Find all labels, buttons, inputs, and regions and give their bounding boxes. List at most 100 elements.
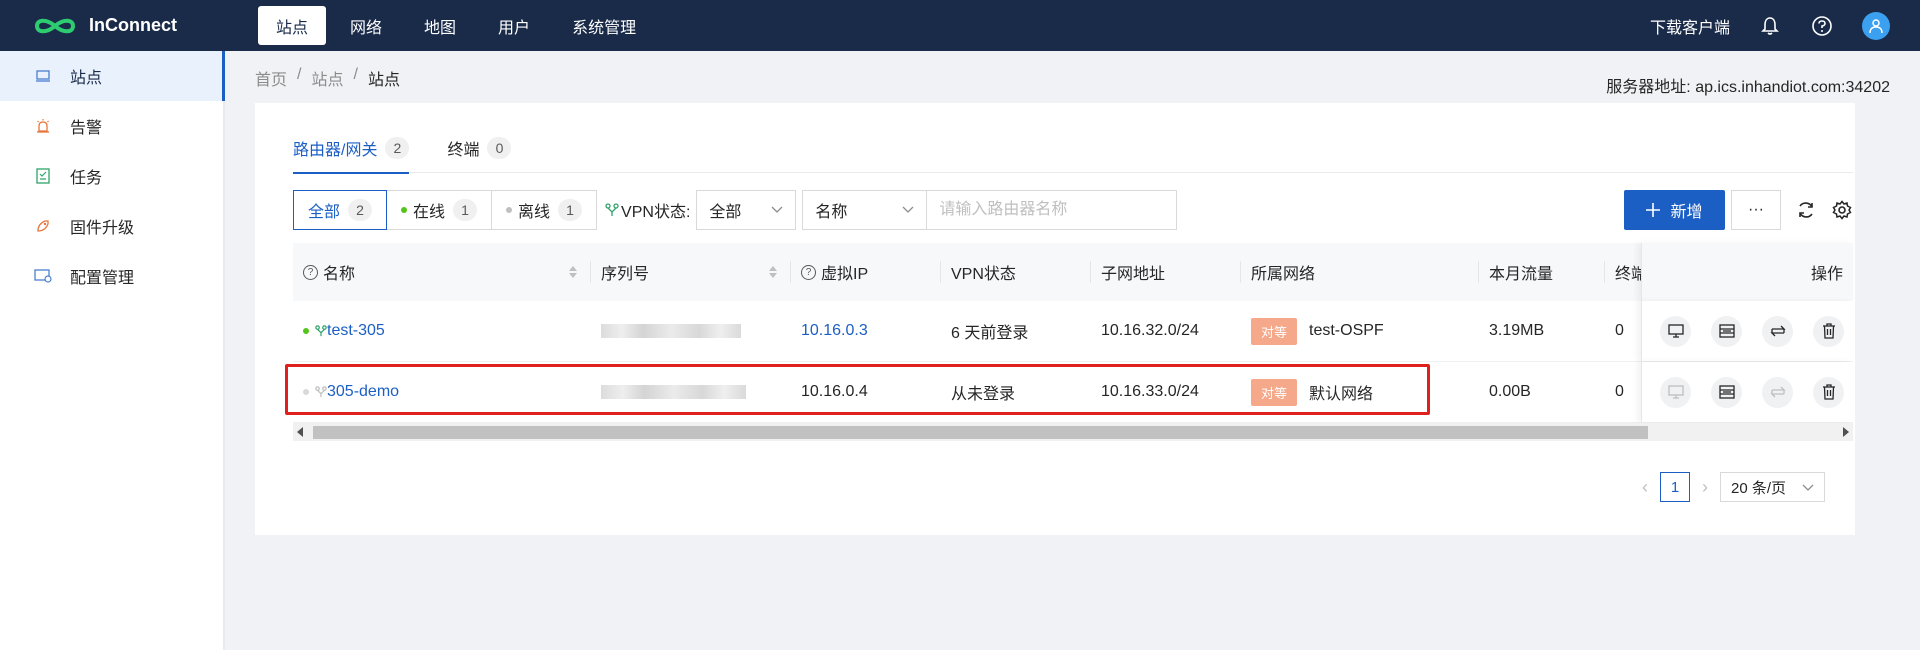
- sidebar-item-label: 固件升级: [70, 220, 135, 237]
- sidebar-item-label: 站点: [70, 70, 103, 87]
- scroll-left-icon[interactable]: [297, 427, 303, 437]
- header-serial[interactable]: 序列号: [591, 243, 791, 301]
- cell-subnet: 10.16.33.0/24: [1101, 383, 1199, 400]
- nav-item-network[interactable]: 网络: [332, 6, 400, 45]
- sidebar-item-firmware[interactable]: 固件升级: [0, 201, 223, 251]
- detail-icon[interactable]: [1711, 315, 1742, 347]
- cell-virtual-ip: 10.16.0.4: [801, 383, 868, 400]
- nav-item-map[interactable]: 地图: [406, 6, 474, 45]
- add-label: 新增: [1670, 204, 1703, 221]
- refresh-icon[interactable]: [1795, 199, 1817, 221]
- header-name[interactable]: ? 名称: [293, 243, 591, 301]
- filter-all[interactable]: 全部 2: [293, 190, 388, 230]
- sort-icon[interactable]: [769, 266, 777, 278]
- sidebar-item-label: 告警: [70, 120, 103, 137]
- add-button[interactable]: 新增: [1624, 190, 1725, 230]
- horizontal-scrollbar[interactable]: [293, 423, 1853, 441]
- device-name-link[interactable]: test-305: [327, 322, 385, 340]
- help-icon[interactable]: ?: [801, 264, 816, 280]
- header-label: 本月流量: [1489, 266, 1554, 283]
- table-row[interactable]: 305-demo 10.16.0.4 从未登录 10.16.33.0/24 对等…: [293, 362, 1853, 423]
- tab-terminals[interactable]: 终端 0: [447, 123, 512, 173]
- filter-label: 全部: [308, 204, 341, 221]
- header-virtual-ip: ? 虚拟IP: [791, 243, 941, 301]
- nav-item-users[interactable]: 用户: [480, 6, 548, 45]
- detail-icon[interactable]: [1711, 376, 1742, 408]
- breadcrumb-separator: /: [297, 66, 302, 83]
- transfer-icon: [1762, 376, 1793, 408]
- chevron-down-icon: [1802, 479, 1814, 496]
- filter-label: 离线: [518, 204, 551, 221]
- delete-icon[interactable]: [1813, 376, 1844, 408]
- filter-online[interactable]: 在线 1: [387, 190, 493, 230]
- online-dot: [401, 207, 408, 213]
- firmware-icon: [34, 217, 52, 235]
- user-icon: [1869, 18, 1883, 33]
- gear-icon[interactable]: [1831, 199, 1853, 221]
- search-field-select[interactable]: 名称: [802, 190, 928, 230]
- page-number[interactable]: 1: [1660, 472, 1690, 502]
- page-size-value: 20 条/页: [1731, 479, 1787, 497]
- delete-icon[interactable]: [1813, 315, 1844, 347]
- remote-desktop-icon: [1660, 376, 1691, 408]
- sidebar-item-alarms[interactable]: 告警: [0, 101, 223, 151]
- breadcrumb-sites[interactable]: 站点: [311, 66, 343, 90]
- nav-item-sites[interactable]: 站点: [258, 6, 327, 45]
- sidebar-item-tasks[interactable]: 任务: [0, 151, 223, 201]
- search-input[interactable]: [927, 190, 1178, 230]
- sidebar-item-sites[interactable]: 站点: [0, 51, 225, 101]
- header-label: 操作: [1810, 266, 1843, 283]
- tab-label: 终端: [447, 142, 480, 159]
- cell-name: 305-demo: [293, 362, 591, 422]
- bell-icon[interactable]: [1758, 14, 1782, 38]
- cell-serial: [591, 362, 791, 422]
- prev-page-icon[interactable]: ‹: [1642, 477, 1648, 498]
- header-traffic: 本月流量: [1479, 243, 1605, 301]
- remote-desktop-icon[interactable]: [1660, 315, 1691, 347]
- breadcrumb-current: 站点: [367, 72, 400, 89]
- filter-bar: 全部 2 在线 1 离线 1 VPN状态: 全部 名称 请输入路由器名称 新增 …: [293, 190, 1853, 230]
- device-name-link[interactable]: 305-demo: [327, 383, 399, 401]
- virtual-ip-link[interactable]: 10.16.0.3: [801, 322, 868, 340]
- logo-icon: [33, 15, 77, 37]
- header-operations: 操作: [1641, 243, 1853, 301]
- breadcrumb-separator: /: [353, 66, 358, 83]
- main-nav: 站点 网络 地图 用户 系统管理: [258, 0, 660, 51]
- network-type-tag: 对等: [1251, 317, 1297, 345]
- header-label: 序列号: [601, 266, 650, 283]
- breadcrumb-home[interactable]: 首页: [255, 66, 287, 90]
- header-network: 所属网络: [1241, 243, 1479, 301]
- sidebar-item-config[interactable]: 配置管理: [0, 251, 223, 301]
- main-panel: 路由器/网关 2 终端 0 全部 2 在线 1 离线 1 VPN状态: 全部 名…: [255, 103, 1855, 535]
- filter-offline[interactable]: 离线 1: [492, 190, 598, 230]
- breadcrumb: 首页 / 站点 / 站点: [255, 66, 400, 90]
- table-row[interactable]: test-305 10.16.0.3 6 天前登录 10.16.32.0/24 …: [293, 301, 1853, 362]
- download-client-link[interactable]: 下载客户端: [1650, 14, 1730, 38]
- next-page-icon[interactable]: ›: [1702, 477, 1708, 498]
- vpn-status-label: VPN状态:: [605, 198, 690, 222]
- cell-subnet: 10.16.32.0/24: [1101, 322, 1199, 339]
- tab-routers[interactable]: 路由器/网关 2: [293, 123, 410, 174]
- sort-icon[interactable]: [569, 266, 577, 278]
- transfer-icon[interactable]: [1762, 315, 1793, 347]
- brand-name: InConnect: [89, 15, 177, 35]
- router-icon: [315, 386, 327, 398]
- more-button[interactable]: ···: [1731, 190, 1781, 230]
- nav-item-system[interactable]: 系统管理: [554, 6, 654, 45]
- page-size-select[interactable]: 20 条/页: [1720, 472, 1825, 502]
- status-filter: 全部 2 在线 1 离线 1: [293, 190, 598, 230]
- scroll-thumb[interactable]: [313, 426, 1648, 439]
- config-icon: [34, 267, 52, 285]
- help-icon[interactable]: [1810, 14, 1834, 38]
- help-icon[interactable]: ?: [303, 264, 318, 280]
- site-icon: [34, 67, 52, 85]
- user-avatar[interactable]: [1862, 11, 1890, 40]
- header-vpn-status: VPN状态: [941, 243, 1091, 301]
- vpn-status-select[interactable]: 全部: [696, 190, 797, 230]
- header-label: 子网地址: [1101, 266, 1166, 283]
- brand-logo[interactable]: InConnect: [33, 15, 258, 37]
- filter-label: 在线: [413, 204, 446, 221]
- scroll-right-icon[interactable]: [1843, 427, 1849, 437]
- cell-network: 对等 默认网络: [1241, 362, 1479, 422]
- header-label: VPN状态: [951, 266, 1016, 283]
